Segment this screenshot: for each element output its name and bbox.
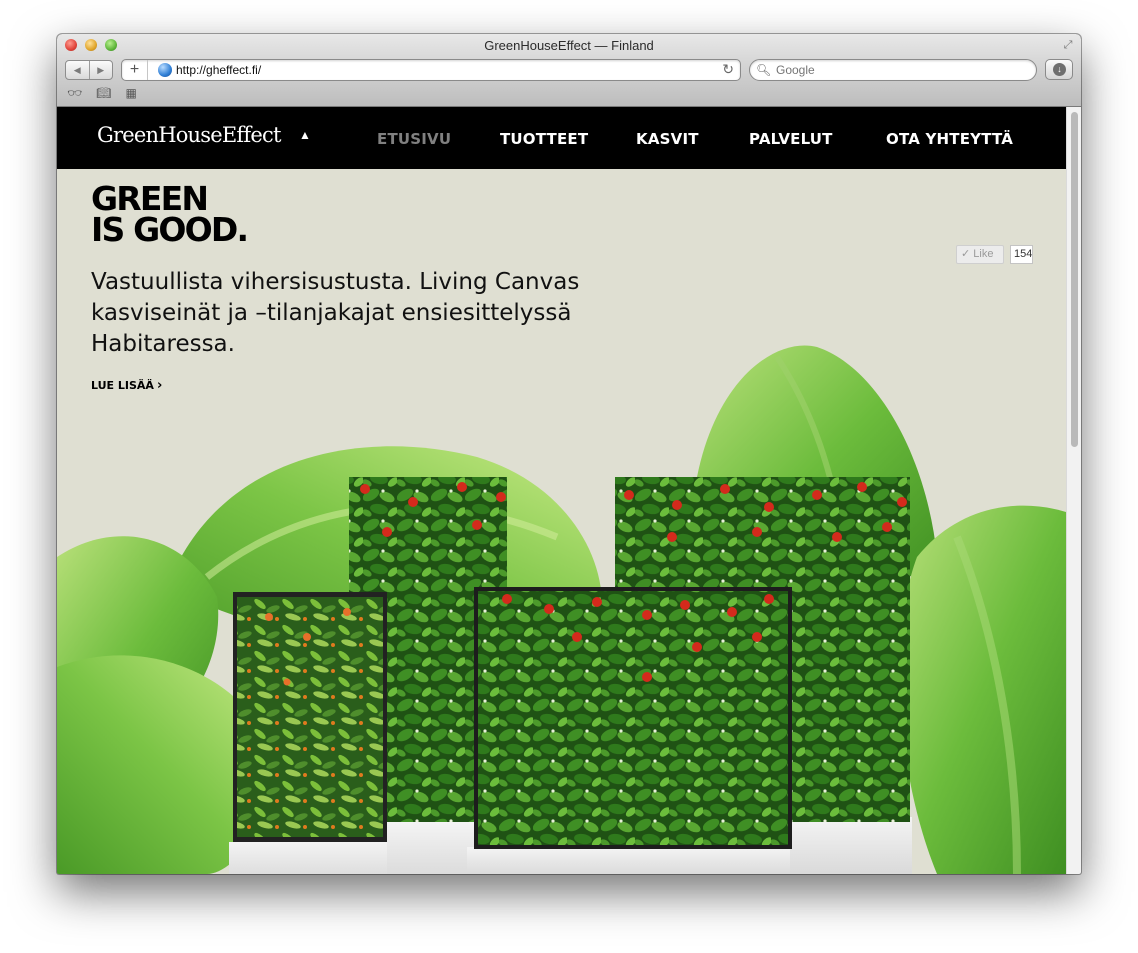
address-bar[interactable]: + http://gheffect.fi/ ↻ bbox=[121, 59, 741, 81]
checkmark-icon: ✓ bbox=[961, 248, 971, 260]
forward-button[interactable]: ▶ bbox=[88, 61, 113, 79]
hero-title: GREEN IS GOOD. bbox=[91, 182, 249, 249]
scrollbar-thumb[interactable] bbox=[1071, 112, 1078, 447]
search-icon: 🔍︎ bbox=[756, 63, 772, 77]
window-title: GreenHouseEffect — Finland bbox=[484, 38, 654, 53]
back-button[interactable]: ◀ bbox=[66, 61, 89, 79]
caret-up-icon[interactable]: ▲ bbox=[299, 128, 311, 142]
nav-tuotteet[interactable]: TUOTTEET bbox=[500, 130, 588, 148]
site-logo[interactable]: GreenHouseEffect bbox=[97, 123, 281, 147]
nav-ota-yhteytta[interactable]: OTA YHTEYTTÄ bbox=[886, 130, 1013, 148]
plant-walls-illustration bbox=[57, 345, 1066, 874]
hero-title-line2: IS GOOD. bbox=[91, 210, 249, 249]
fullscreen-icon[interactable]: ⤢ bbox=[1061, 38, 1075, 52]
browser-window: GreenHouseEffect — Finland ⤢ ◀ ▶ + http:… bbox=[57, 34, 1081, 874]
page-scrollbar[interactable] bbox=[1066, 107, 1081, 874]
nav-kasvit[interactable]: KASVIT bbox=[636, 130, 699, 148]
web-page: GreenHouseEffect ▲ ETUSIVU TUOTTEET KASV… bbox=[57, 107, 1066, 874]
download-arrow-icon: ↓ bbox=[1053, 63, 1066, 76]
globe-icon bbox=[158, 63, 172, 77]
facebook-like-button[interactable]: ✓ Like bbox=[956, 245, 1004, 264]
nav-etusivu[interactable]: ETUSIVU bbox=[377, 130, 451, 148]
reload-icon[interactable]: ↻ bbox=[722, 61, 734, 78]
site-navbar: GreenHouseEffect ▲ ETUSIVU TUOTTEET KASV… bbox=[57, 107, 1066, 169]
reading-list-icon[interactable]: 👓︎ bbox=[67, 86, 82, 102]
browser-toolbar: GreenHouseEffect — Finland ⤢ ◀ ▶ + http:… bbox=[57, 34, 1081, 107]
nav-palvelut[interactable]: PALVELUT bbox=[749, 130, 833, 148]
history-buttons: ◀ ▶ bbox=[65, 60, 113, 80]
search-bar[interactable]: 🔍︎ bbox=[749, 59, 1037, 81]
bookmarks-book-icon[interactable]: 📖︎ bbox=[96, 86, 111, 102]
bookmarks-bar: 👓︎ 📖︎ ▦ bbox=[67, 86, 137, 102]
like-count: 154 bbox=[1010, 245, 1033, 264]
new-tab-button[interactable]: + bbox=[122, 60, 148, 80]
top-sites-grid-icon[interactable]: ▦ bbox=[125, 86, 136, 102]
like-label: Like bbox=[973, 248, 994, 260]
search-input[interactable] bbox=[776, 63, 1026, 77]
downloads-button[interactable]: ↓ bbox=[1045, 59, 1073, 80]
url-text[interactable]: http://gheffect.fi/ bbox=[176, 63, 261, 77]
